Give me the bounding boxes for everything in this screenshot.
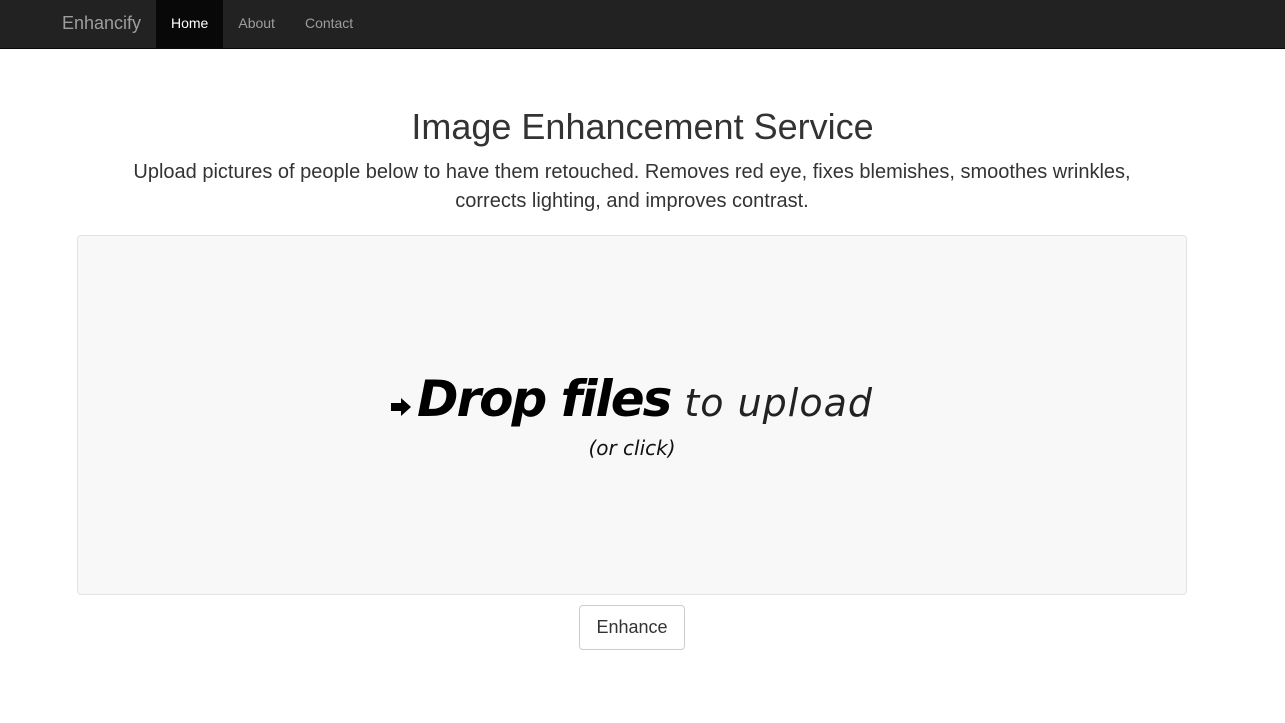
- dropzone-message: Drop files to upload (or click): [78, 370, 1186, 460]
- nav-menu: Home About Contact: [156, 0, 368, 48]
- dropzone-sub-text: (or click): [588, 436, 676, 460]
- nav-item-about[interactable]: About: [223, 0, 290, 48]
- page-title: Image Enhancement Service: [411, 106, 874, 147]
- dropzone-light-text: to upload: [684, 381, 874, 425]
- nav-item-home[interactable]: Home: [156, 0, 224, 48]
- page-description: Upload pictures of people below to have …: [133, 161, 1131, 212]
- file-dropzone[interactable]: Drop files to upload (or click): [77, 235, 1187, 595]
- brand-link[interactable]: Enhancify: [62, 0, 141, 48]
- dropzone-strong-text: Drop files: [416, 370, 672, 428]
- enhance-button[interactable]: Enhance: [579, 605, 685, 650]
- dropzone-headline: Drop files to upload: [390, 370, 874, 428]
- navbar: Enhancify Home About Contact: [0, 0, 1285, 49]
- nav-item-contact[interactable]: Contact: [290, 0, 368, 48]
- arrow-right-icon: [390, 396, 411, 418]
